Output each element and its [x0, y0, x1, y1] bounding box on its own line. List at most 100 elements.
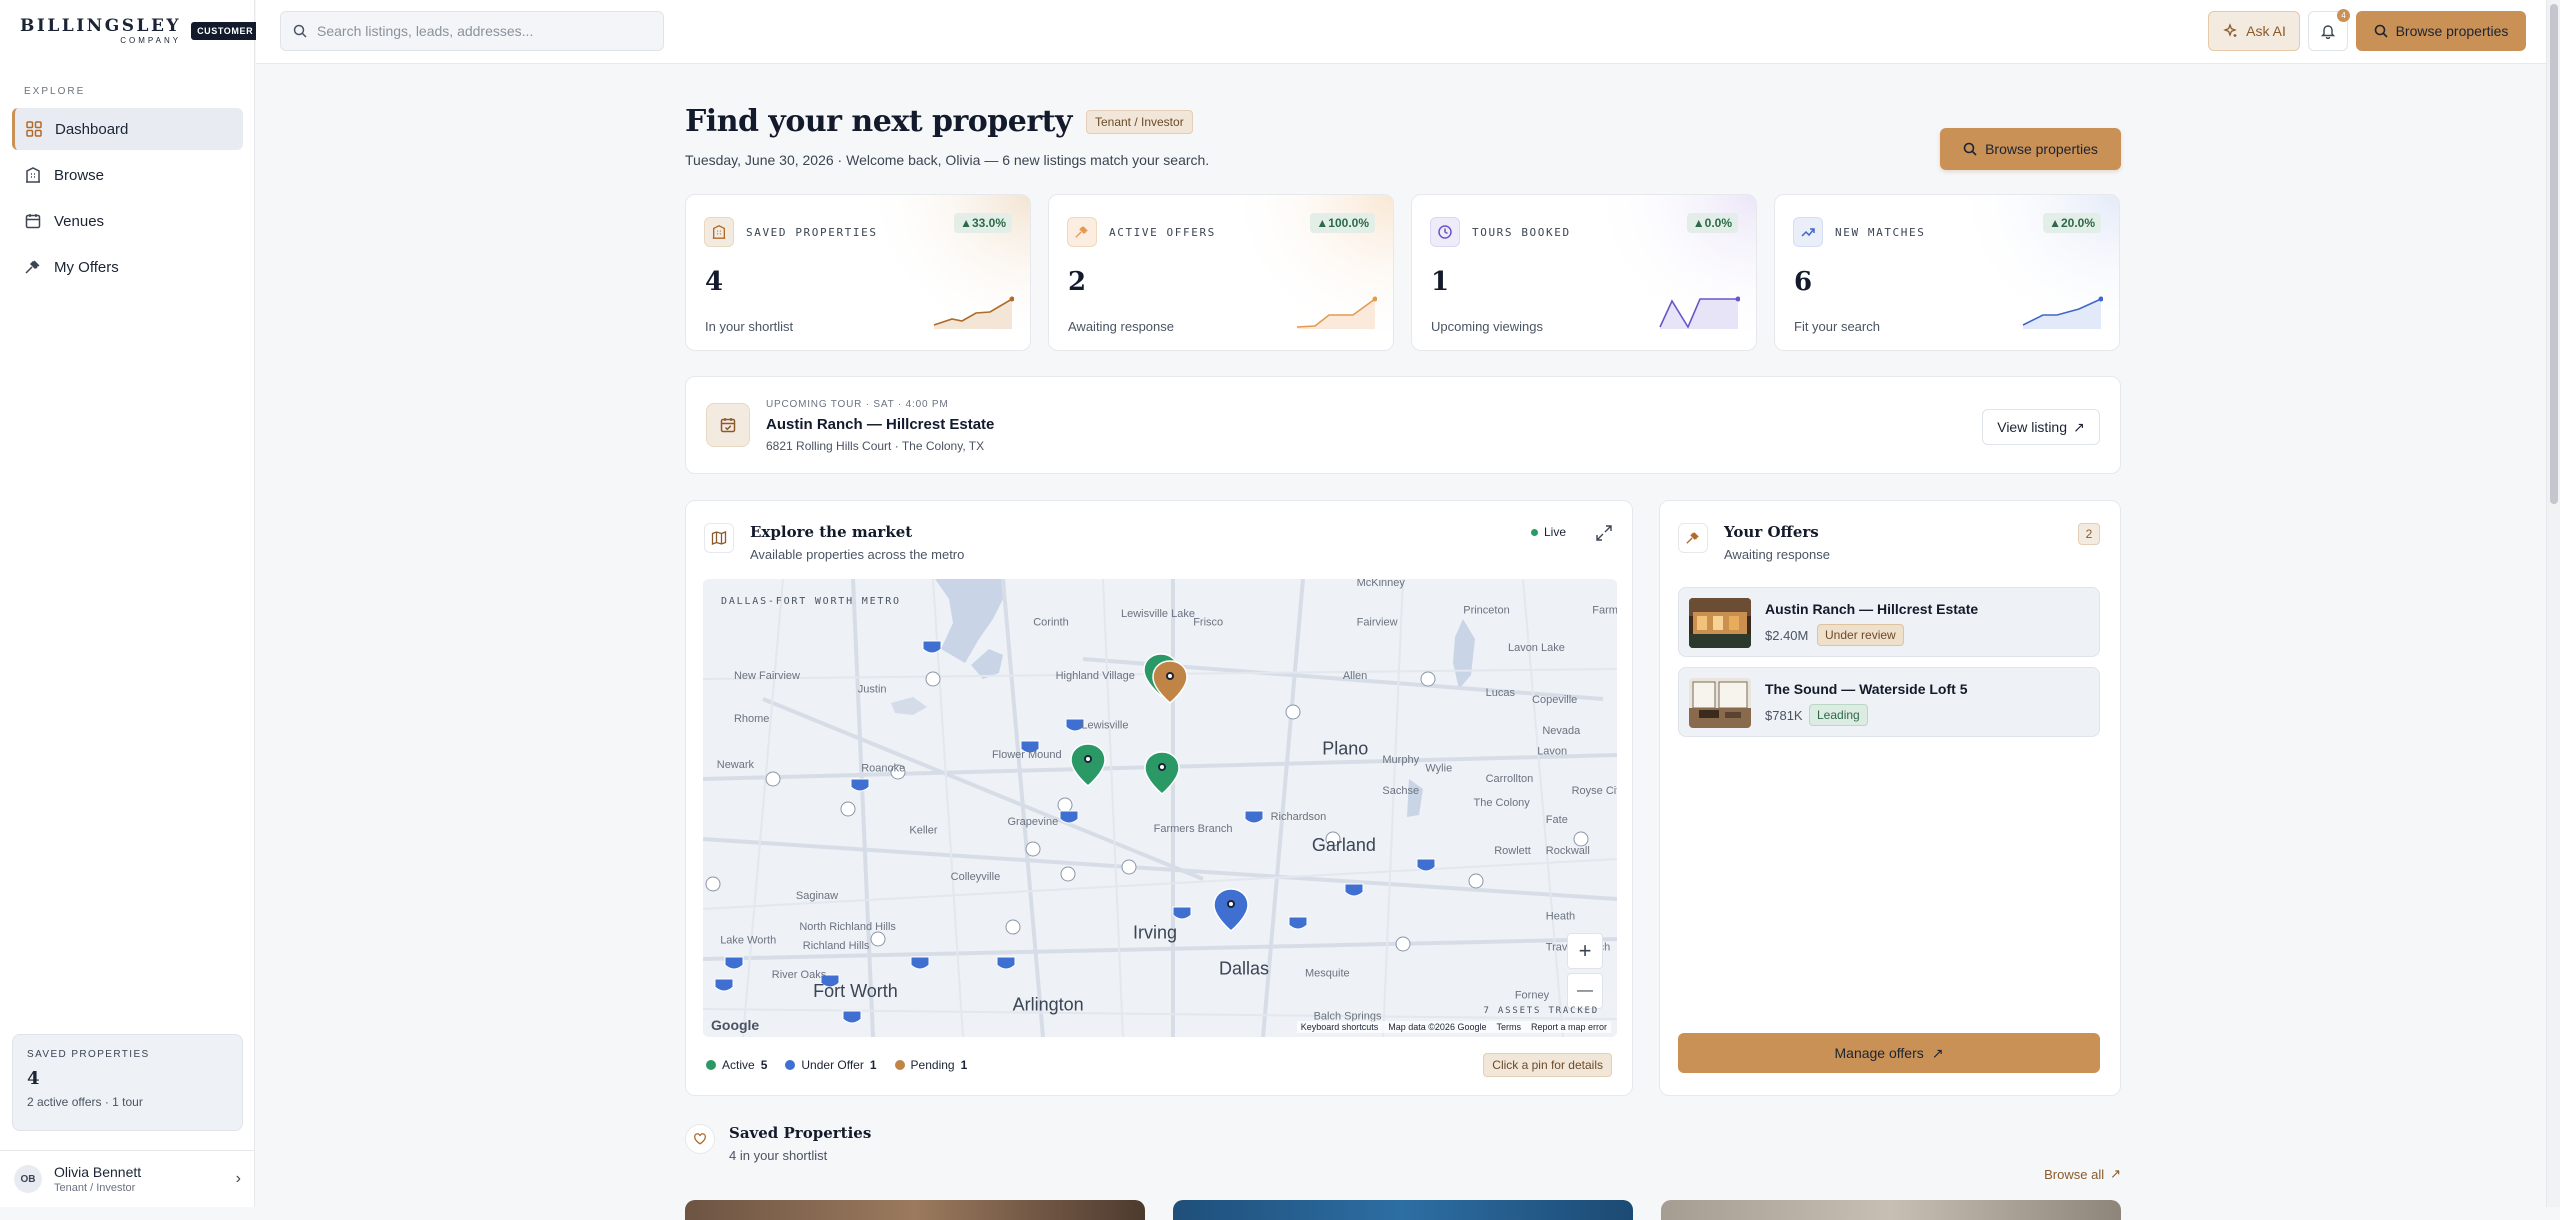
sidebar-item-dashboard[interactable]: Dashboard	[12, 108, 243, 150]
map-place-label: Lake Worth	[720, 935, 776, 947]
chevron-right-icon: ›	[235, 1170, 241, 1187]
offer-name: Austin Ranch — Hillcrest Estate	[1765, 601, 1979, 617]
stat-card-tours-booked[interactable]: TOURS BOOKED ▲0.0% 1 Upcoming viewings	[1411, 194, 1757, 351]
stat-label: TOURS BOOKED	[1472, 226, 1571, 239]
map-place-label: Richland Hills	[803, 940, 870, 952]
tour-kicker: UPCOMING TOUR · SAT · 4:00 PM	[766, 399, 949, 410]
map-place-label: Irving	[1133, 922, 1177, 942]
role-chip: Tenant / Investor	[1085, 109, 1193, 134]
bell-icon	[2320, 25, 2336, 39]
legend-label: Pending	[910, 1058, 955, 1072]
saved-property-card-image[interactable]	[1173, 1200, 1633, 1220]
sidebar-item-browse[interactable]: Browse	[12, 154, 243, 196]
zoom-out-button[interactable]: —	[1567, 973, 1603, 1009]
ask-ai-button[interactable]: Ask AI	[2208, 11, 2300, 51]
saved-properties-subtitle: 4 in your shortlist	[729, 1148, 828, 1163]
map-place-label: Saginaw	[796, 890, 838, 902]
search-input[interactable]	[317, 23, 637, 39]
saved-summary-value: 4	[27, 1068, 40, 1089]
map-place-label: Frisco	[1193, 616, 1223, 628]
zoom-in-button[interactable]: +	[1567, 933, 1603, 969]
saved-properties-title: Saved Properties	[729, 1124, 872, 1142]
map-legend: Active 5 Under Offer 1 Pending 1	[706, 1058, 967, 1072]
calendar-check-icon	[706, 403, 750, 447]
manage-offers-button[interactable]: Manage offers ↗	[1678, 1033, 2100, 1073]
expand-icon[interactable]	[1594, 523, 1614, 543]
map-place-label: Keller	[909, 825, 937, 837]
map-place-label: Rockwall	[1546, 845, 1590, 857]
browse-all-link[interactable]: Browse all ↗	[2044, 1166, 2121, 1182]
map-icon	[704, 523, 734, 553]
saved-property-card-image[interactable]	[685, 1200, 1145, 1220]
notifications-button[interactable]: 4	[2308, 9, 2350, 51]
terms-link[interactable]: Terms	[1496, 1022, 1521, 1032]
manage-offers-label: Manage offers	[1834, 1045, 1924, 1061]
stat-delta-badge: ▲0.0%	[1686, 213, 1738, 233]
arrow-up-right-icon: ↗	[1931, 1044, 1944, 1061]
offer-price: $781K	[1765, 708, 1803, 723]
search-bar[interactable]	[280, 11, 664, 51]
map-place-label: Murphy	[1382, 754, 1419, 766]
map-place-label: Grapevine	[1007, 816, 1058, 828]
search-icon	[2374, 24, 2388, 38]
scrollbar-thumb[interactable]	[2550, 4, 2558, 504]
view-listing-label: View listing	[1997, 419, 2068, 435]
report-error-link[interactable]: Report a map error	[1531, 1022, 1607, 1032]
map-place-label: Farmersville	[1592, 604, 1617, 616]
stat-delta-badge: ▲100.0%	[1310, 213, 1375, 233]
map-place-label: Farmers Branch	[1154, 823, 1233, 835]
user-name: Olivia Bennett	[54, 1164, 142, 1180]
map-place-label: Heath	[1546, 911, 1575, 923]
brand-logo[interactable]: BILLINGSLEY COMPANY CUSTOMER	[20, 17, 260, 45]
notification-count-badge: 4	[2337, 9, 2350, 22]
your-offers-card: Your Offers Awaiting response 2 Austin R…	[1659, 500, 2121, 1096]
saved-property-card-image[interactable]	[1661, 1200, 2121, 1220]
stat-sub: In your shortlist	[705, 319, 794, 334]
offer-thumbnail	[1689, 598, 1751, 648]
user-role: Tenant / Investor	[54, 1182, 136, 1194]
view-listing-button[interactable]: View listing ↗	[1982, 409, 2100, 445]
map-place-label: Lucas	[1486, 687, 1516, 699]
stat-value: 6	[1794, 267, 1813, 297]
sidebar-item-label: Venues	[54, 212, 105, 230]
map-place-label: The Colony	[1474, 797, 1531, 809]
map-region-label: DALLAS-FORT WORTH METRO	[721, 596, 901, 607]
stat-value: 4	[705, 267, 724, 297]
sparkle-icon	[2223, 23, 2237, 37]
offer-item[interactable]: The Sound — Waterside Loft 5 $781K Leadi…	[1678, 667, 2100, 737]
map-place-label: Lewisville Lake	[1121, 608, 1195, 620]
legend-dot	[894, 1060, 905, 1070]
map-place-label: Flower Mound	[992, 749, 1062, 761]
page-scrollbar[interactable]	[2546, 0, 2560, 1207]
building-icon	[704, 217, 734, 247]
browse-all-label: Browse all	[2044, 1166, 2105, 1182]
header-browse-properties-button[interactable]: Browse properties	[1940, 128, 2121, 170]
market-map[interactable]: McKinney Princeton Farmersville Corinth Fris…	[703, 579, 1617, 1037]
map-place-label: Lavon Lake	[1508, 642, 1565, 654]
keyboard-shortcuts-link[interactable]: Keyboard shortcuts	[1301, 1022, 1379, 1032]
sidebar-item-my-offers[interactable]: My Offers	[12, 246, 243, 288]
live-indicator: Live	[1530, 525, 1566, 539]
sidebar-item-venues[interactable]: Venues	[12, 200, 243, 242]
search-icon	[293, 24, 307, 38]
stat-card-active-offers[interactable]: ACTIVE OFFERS ▲100.0% 2 Awaiting respons…	[1048, 194, 1394, 351]
map-place-label: Arlington	[1013, 995, 1084, 1015]
map-place-label: Allen	[1343, 670, 1367, 682]
browse-properties-label: Browse properties	[2395, 23, 2509, 39]
map-place-label: Lewisville	[1081, 720, 1128, 732]
sidebar-saved-summary[interactable]: SAVED PROPERTIES 4 2 active offers · 1 t…	[12, 1034, 243, 1131]
stat-card-saved-properties[interactable]: SAVED PROPERTIES ▲33.0% 4 In your shortl…	[685, 194, 1031, 351]
browse-properties-button[interactable]: Browse properties	[2356, 11, 2526, 51]
map-place-label: Corinth	[1033, 616, 1068, 628]
legend-count: 1	[960, 1058, 968, 1072]
arrow-up-right-icon: ↗	[2110, 1166, 2121, 1181]
google-logo: Google	[711, 1017, 760, 1033]
offer-item[interactable]: Austin Ranch — Hillcrest Estate $2.40M U…	[1678, 587, 2100, 657]
stat-label: ACTIVE OFFERS	[1109, 226, 1216, 239]
offer-name: The Sound — Waterside Loft 5	[1765, 681, 1968, 697]
avatar: OB	[14, 1165, 42, 1193]
search-icon	[1963, 142, 1977, 156]
map-place-label: Highland Village	[1056, 670, 1135, 682]
user-menu[interactable]: OB Olivia Bennett Tenant / Investor ›	[0, 1150, 255, 1207]
stat-card-new-matches[interactable]: NEW MATCHES ▲20.0% 6 Fit your search	[1774, 194, 2120, 351]
